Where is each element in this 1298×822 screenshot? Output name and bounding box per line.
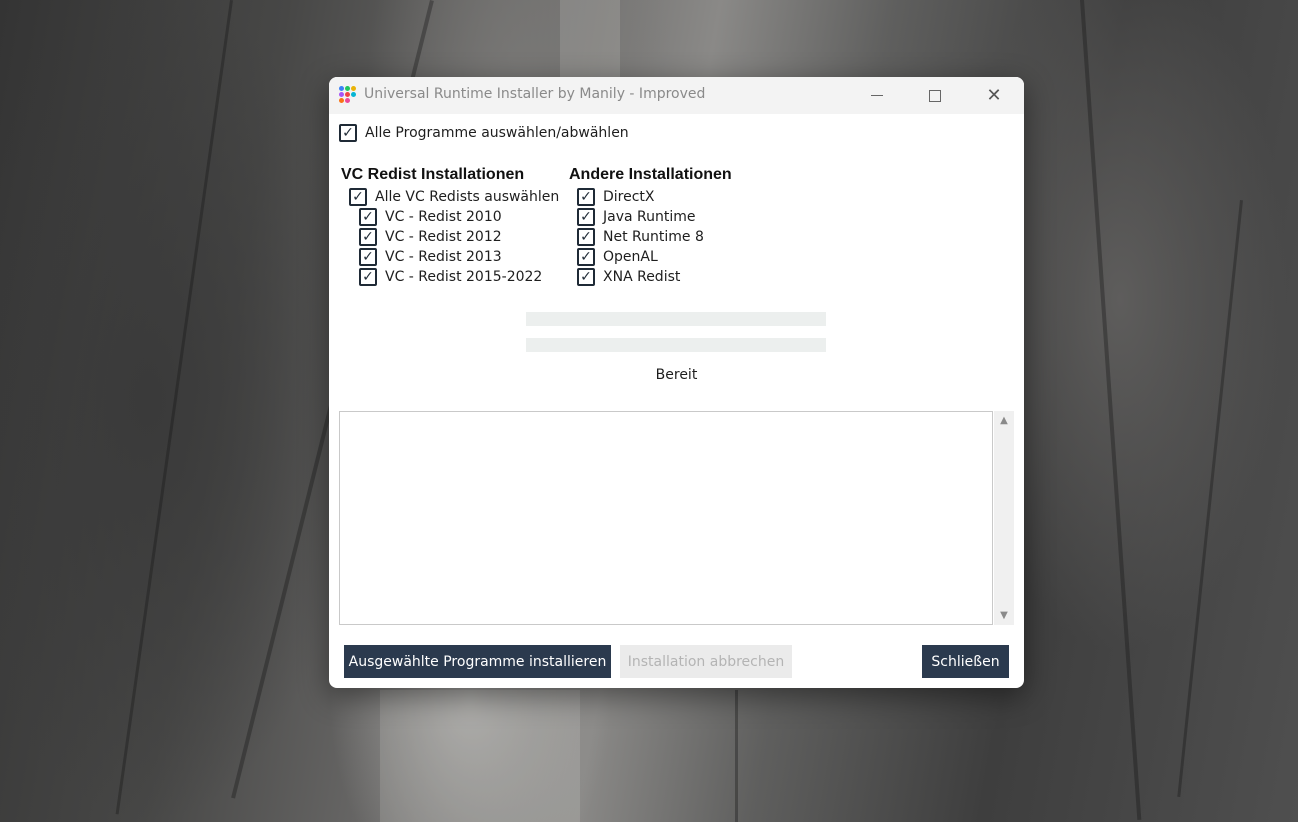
vc-select-all-checkbox[interactable]: ✓ Alle VC Redists auswählen: [349, 188, 559, 206]
other-item-label: XNA Redist: [603, 269, 681, 285]
check-icon: ✓: [577, 228, 595, 246]
check-icon: ✓: [339, 124, 357, 142]
close-window-button[interactable]: ✕: [965, 77, 1023, 114]
directx-checkbox[interactable]: ✓ DirectX: [577, 188, 655, 206]
vc-item-label: VC - Redist 2010: [385, 209, 502, 225]
java-runtime-checkbox[interactable]: ✓ Java Runtime: [577, 208, 696, 226]
check-icon: ✓: [359, 248, 377, 266]
install-selected-button[interactable]: Ausgewählte Programme installieren: [344, 645, 611, 678]
vc-item-2015-2022-checkbox[interactable]: ✓ VC - Redist 2015-2022: [359, 268, 542, 286]
minimize-button[interactable]: [848, 77, 906, 114]
maximize-button[interactable]: [906, 77, 964, 114]
close-icon: ✕: [986, 85, 1002, 106]
vc-item-label: VC - Redist 2012: [385, 229, 502, 245]
other-item-label: OpenAL: [603, 249, 658, 265]
vc-item-2012-checkbox[interactable]: ✓ VC - Redist 2012: [359, 228, 502, 246]
minimize-icon: [871, 95, 883, 96]
other-item-label: Net Runtime 8: [603, 229, 704, 245]
cancel-installation-button[interactable]: Installation abbrechen: [620, 645, 792, 678]
other-section-title: Andere Installationen: [569, 166, 732, 183]
check-icon: ✓: [359, 268, 377, 286]
close-button[interactable]: Schließen: [922, 645, 1009, 678]
check-icon: ✓: [577, 248, 595, 266]
vc-item-2013-checkbox[interactable]: ✓ VC - Redist 2013: [359, 248, 502, 266]
vc-item-label: VC - Redist 2015-2022: [385, 269, 543, 285]
check-icon: ✓: [349, 188, 367, 206]
check-icon: ✓: [577, 188, 595, 206]
openal-checkbox[interactable]: ✓ OpenAL: [577, 248, 658, 266]
check-icon: ✓: [359, 228, 377, 246]
vc-item-2010-checkbox[interactable]: ✓ VC - Redist 2010: [359, 208, 502, 226]
other-item-label: DirectX: [603, 189, 655, 205]
check-icon: ✓: [577, 268, 595, 286]
scroll-down-icon[interactable]: ▼: [994, 610, 1014, 621]
log-output-textarea[interactable]: [339, 411, 993, 625]
overall-progress-bar: [526, 312, 826, 326]
vc-item-label: VC - Redist 2013: [385, 249, 502, 265]
scroll-up-icon[interactable]: ▲: [994, 415, 1014, 426]
status-label: Bereit: [655, 367, 698, 383]
window-title: Universal Runtime Installer by Manily - …: [364, 86, 706, 102]
current-progress-bar: [526, 338, 826, 352]
xna-redist-checkbox[interactable]: ✓ XNA Redist: [577, 268, 680, 286]
app-icon: [339, 86, 357, 104]
log-scrollbar[interactable]: ▲ ▼: [994, 411, 1014, 625]
installer-window: Universal Runtime Installer by Manily - …: [329, 77, 1024, 688]
other-item-label: Java Runtime: [603, 209, 696, 225]
select-all-checkbox[interactable]: ✓ Alle Programme auswählen/abwählen: [339, 124, 629, 142]
title-bar[interactable]: Universal Runtime Installer by Manily - …: [329, 77, 1024, 114]
check-icon: ✓: [577, 208, 595, 226]
vc-section-title: VC Redist Installationen: [341, 166, 525, 183]
maximize-icon: [929, 89, 941, 102]
vc-select-all-label: Alle VC Redists auswählen: [375, 189, 560, 205]
select-all-label: Alle Programme auswählen/abwählen: [365, 125, 629, 141]
check-icon: ✓: [359, 208, 377, 226]
net-runtime-checkbox[interactable]: ✓ Net Runtime 8: [577, 228, 704, 246]
